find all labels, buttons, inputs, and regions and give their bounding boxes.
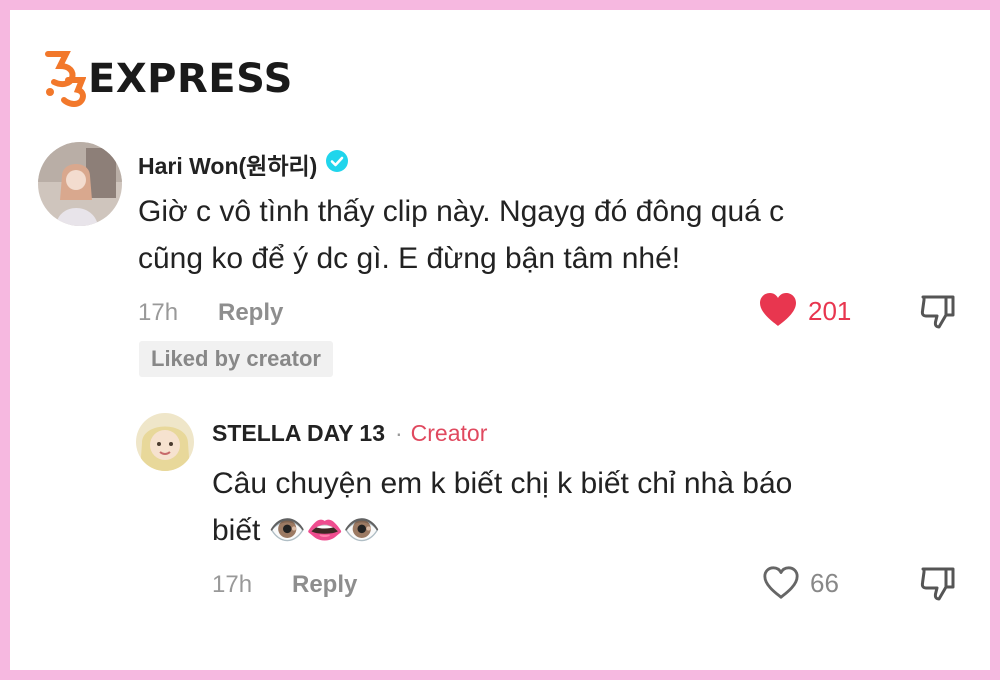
heart-filled-icon[interactable] <box>758 292 798 333</box>
avatar[interactable] <box>136 413 194 471</box>
logo-text: EXPRESS <box>88 56 293 102</box>
comment-author[interactable]: Hari Won(원하리) <box>138 147 349 181</box>
verified-badge-icon <box>325 149 349 179</box>
dislike-icon[interactable] <box>918 563 958 608</box>
comment-author[interactable]: STELLA DAY 13 · Creator <box>212 420 487 447</box>
comment-text-line: cũng ko để ý dc gì. E đừng bận tâm nhé! <box>138 242 681 275</box>
author-name[interactable]: Hari Won(원하리) <box>138 147 317 181</box>
logo-mark-icon <box>45 51 86 108</box>
author-name[interactable]: STELLA DAY 13 <box>212 420 385 447</box>
heart-outline-icon[interactable] <box>762 565 800 606</box>
avatar[interactable] <box>38 142 122 226</box>
comment-time: 17h <box>138 299 179 326</box>
comment-text: Câu chuyện em k biết chị k biết chỉ nhà … <box>212 460 972 554</box>
liked-by-creator-badge: Liked by creator <box>139 341 333 377</box>
comment-text: Giờ c vô tình thấy clip này. Ngayg đó đô… <box>138 188 958 282</box>
comment-card: EXPRESS Hari Won(원하리) Giờ c vô tình thấy… <box>10 10 990 670</box>
comment-time: 17h <box>212 571 253 598</box>
like-count: 66 <box>810 568 839 598</box>
reply-button[interactable]: Reply <box>218 299 283 327</box>
brand-logo: EXPRESS <box>40 48 293 110</box>
separator-dot: · <box>394 420 403 446</box>
comment-text-line: biết 👁️👄👁️ <box>212 514 381 547</box>
comment-text-line: Câu chuyện em k biết chị k biết chỉ nhà … <box>212 467 793 500</box>
comment-text-line: Giờ c vô tình thấy clip này. Ngayg đó đô… <box>138 195 785 228</box>
like-count: 201 <box>808 296 852 326</box>
dislike-icon[interactable] <box>918 291 958 336</box>
creator-badge: Creator <box>410 420 488 446</box>
reply-button[interactable]: Reply <box>292 571 357 599</box>
